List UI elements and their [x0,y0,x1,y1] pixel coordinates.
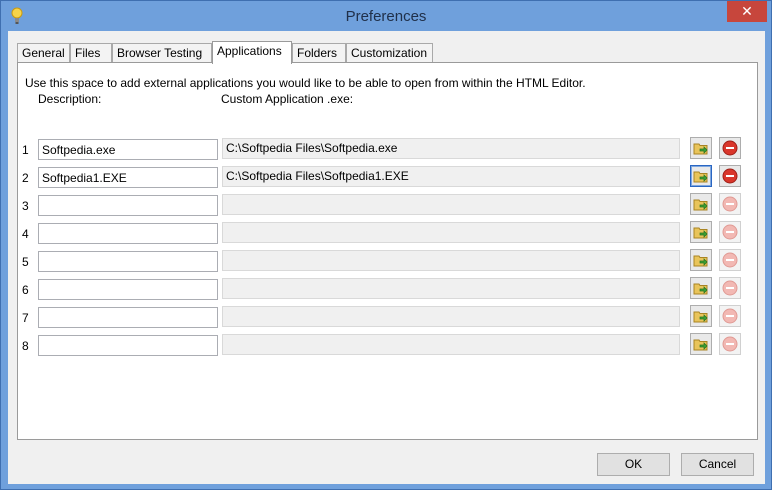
description-input[interactable] [38,251,218,272]
remove-circle-icon [722,196,738,212]
tab-label: Applications [217,44,282,58]
row-number: 2 [22,171,29,185]
preferences-window: Preferences ✕ General Files Browser Test… [0,0,772,490]
exe-path-field [222,222,680,243]
remove-button[interactable] [719,165,741,187]
browse-button[interactable] [690,249,712,271]
application-row: 5 [18,249,757,274]
ok-button[interactable]: OK [597,453,670,476]
tab-files[interactable]: Files [70,43,112,63]
browse-button[interactable] [690,277,712,299]
window-title: Preferences [345,8,427,25]
tab-label: Files [75,46,101,60]
exe-path-field [222,334,680,355]
exe-path-field [222,278,680,299]
browse-button[interactable] [690,333,712,355]
description-column-header: Description: [38,92,102,106]
dialog-body: General Files Browser Testing Applicatio… [8,31,765,484]
tab-label: General [22,46,65,60]
remove-button[interactable] [719,277,741,299]
exe-path-field: C:\Softpedia Files\Softpedia1.EXE [222,166,680,187]
open-folder-arrow-icon [693,339,708,351]
tab-browser-testing[interactable]: Browser Testing [112,43,212,63]
exe-path-field [222,306,680,327]
close-button[interactable]: ✕ [727,1,767,22]
title-bar: Preferences ✕ [1,1,771,31]
open-folder-arrow-icon [693,311,708,323]
application-row: 6 [18,277,757,302]
exe-path-field [222,194,680,215]
application-row: 2 C:\Softpedia Files\Softpedia1.EXE [18,165,757,190]
tab-general[interactable]: General [17,43,70,63]
description-input[interactable] [38,195,218,216]
description-input[interactable] [38,139,218,160]
remove-circle-icon [722,224,738,240]
row-number: 8 [22,339,29,353]
browse-button[interactable] [690,137,712,159]
description-input[interactable] [38,279,218,300]
row-number: 5 [22,255,29,269]
remove-circle-icon [722,336,738,352]
remove-button[interactable] [719,221,741,243]
row-number: 7 [22,311,29,325]
row-number: 6 [22,283,29,297]
exe-column-header: Custom Application .exe: [221,92,354,106]
application-row: 1 C:\Softpedia Files\Softpedia.exe [18,137,757,162]
application-row: 4 [18,221,757,246]
open-folder-arrow-icon [693,143,708,155]
description-input[interactable] [38,223,218,244]
help-text: Use this space to add external applicati… [25,76,586,90]
tab-label: Browser Testing [117,46,203,60]
description-input[interactable] [38,167,218,188]
remove-button[interactable] [719,305,741,327]
tab-applications[interactable]: Applications [212,41,292,64]
open-folder-arrow-icon [693,283,708,295]
description-input[interactable] [38,335,218,356]
browse-button[interactable] [690,221,712,243]
remove-circle-icon [722,140,738,156]
browse-button[interactable] [690,305,712,327]
applications-panel: Use this space to add external applicati… [17,62,758,440]
remove-button[interactable] [719,193,741,215]
cancel-button[interactable]: Cancel [681,453,754,476]
open-folder-arrow-icon [693,171,708,183]
tab-label: Folders [297,46,338,60]
remove-button[interactable] [719,249,741,271]
open-folder-arrow-icon [693,227,708,239]
open-folder-arrow-icon [693,255,708,267]
exe-path-field [222,250,680,271]
remove-circle-icon [722,168,738,184]
remove-button[interactable] [719,333,741,355]
remove-button[interactable] [719,137,741,159]
application-row: 8 [18,333,757,358]
description-input[interactable] [38,307,218,328]
remove-circle-icon [722,308,738,324]
browse-button[interactable] [690,193,712,215]
tab-customization[interactable]: Customization [346,43,433,63]
row-number: 1 [22,143,29,157]
remove-circle-icon [722,252,738,268]
tab-folders[interactable]: Folders [292,43,346,63]
row-number: 4 [22,227,29,241]
row-number: 3 [22,199,29,213]
remove-circle-icon [722,280,738,296]
application-row: 7 [18,305,757,330]
tab-label: Customization [351,46,428,60]
open-folder-arrow-icon [693,199,708,211]
application-row: 3 [18,193,757,218]
exe-path-field: C:\Softpedia Files\Softpedia.exe [222,138,680,159]
browse-button[interactable] [690,165,712,187]
